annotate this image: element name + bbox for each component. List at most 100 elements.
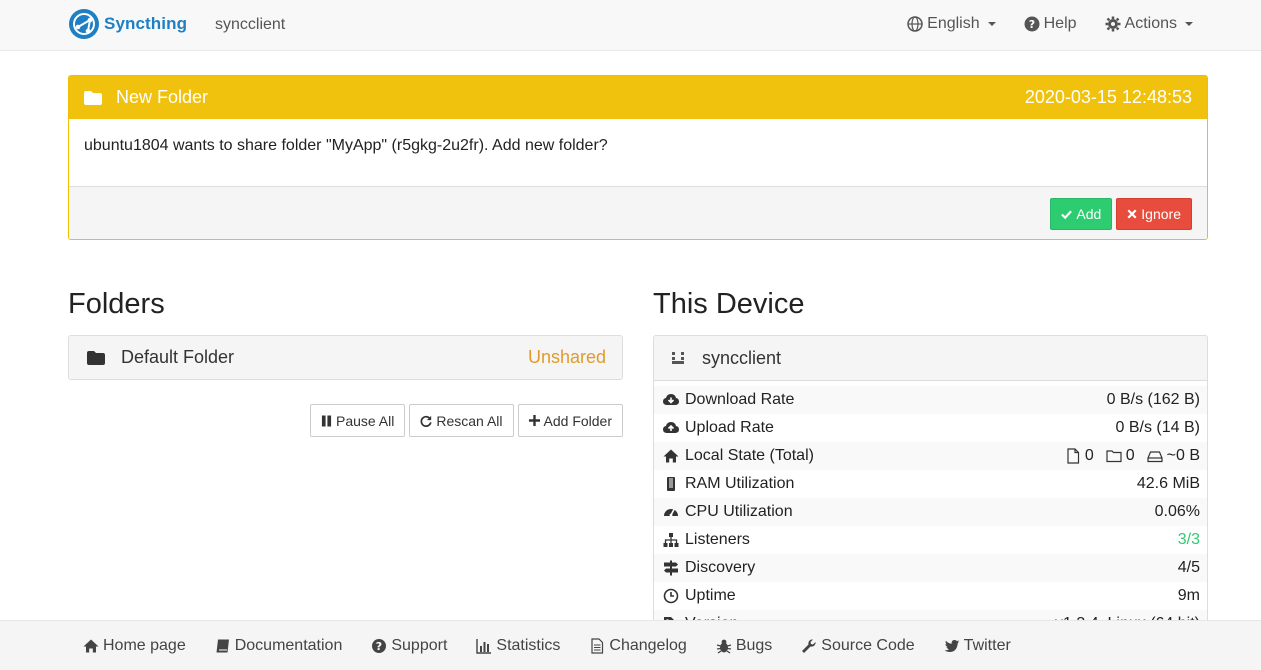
svg-text:?: ? <box>1028 18 1034 31</box>
nav-right: English ? Help Actions <box>893 15 1193 33</box>
footer-link-label: Bugs <box>735 636 773 654</box>
footer-link-label: Twitter <box>963 636 1011 654</box>
footer-link-label: Statistics <box>496 636 561 654</box>
footer-link-twitter[interactable]: Twitter <box>944 637 1011 655</box>
rescan-all-button[interactable]: Rescan All <box>409 404 514 437</box>
local-files-count: 0 <box>1084 447 1094 464</box>
stat-discovery: Discovery 4/5 <box>654 554 1207 582</box>
stat-label: Upload Rate <box>685 419 774 436</box>
footer-link-label: Home page <box>103 636 186 654</box>
check-icon <box>1061 210 1073 219</box>
add-folder-button[interactable]: Add Folder <box>517 404 623 437</box>
cloud-upload-icon <box>663 422 679 433</box>
actions-menu[interactable]: Actions <box>1091 15 1193 33</box>
folder-actions: Pause All Rescan All Add Folder <box>309 404 623 437</box>
bar-chart-icon <box>476 638 492 654</box>
stat-value: 0 B/s (14 B) <box>1115 419 1200 436</box>
stat-label: Listeners <box>685 531 750 548</box>
book-icon <box>216 639 229 652</box>
file-text-icon <box>591 637 604 654</box>
ignore-label: Ignore <box>1141 206 1181 222</box>
folder-status: Unshared <box>527 347 606 367</box>
device-panel: syncclient Download Rate 0 B/s (162 B) U… <box>653 335 1208 635</box>
new-folder-notice: New Folder 2020-03-15 12:48:53 ubuntu180… <box>68 75 1208 240</box>
language-menu[interactable]: English <box>893 15 1009 33</box>
syncthing-logo-icon <box>69 9 99 39</box>
stat-uptime: Uptime 9m <box>654 582 1207 610</box>
actions-label: Actions <box>1124 15 1177 32</box>
local-dirs-count: 0 <box>1125 447 1135 464</box>
add-folder-label: Add Folder <box>543 412 612 429</box>
footer-link-label: Source Code <box>821 636 915 654</box>
svg-text:?: ? <box>376 640 382 653</box>
bug-icon <box>716 639 731 654</box>
question-circle-icon: ? <box>372 638 387 653</box>
footer: Home page Documentation ? Support Statis… <box>0 620 1261 670</box>
add-label: Add <box>1076 206 1102 222</box>
device-name: syncclient <box>702 347 782 368</box>
footer-link-home[interactable]: Home page <box>83 637 186 655</box>
hostname: syncclient <box>215 16 286 33</box>
stat-value: 42.6 MiB <box>1136 475 1200 492</box>
signpost-icon <box>664 560 678 576</box>
folder-outline-icon <box>1106 450 1122 463</box>
footer-link-label: Changelog <box>609 636 687 654</box>
footer-link-label: Documentation <box>234 636 343 654</box>
clock-icon <box>663 588 679 604</box>
pause-icon <box>321 415 332 426</box>
device-header[interactable]: syncclient <box>654 336 1207 381</box>
stat-label: Discovery <box>685 559 756 576</box>
file-icon <box>1067 448 1079 464</box>
footer-link-bugs[interactable]: Bugs <box>716 637 772 655</box>
stat-download-rate: Download Rate 0 B/s (162 B) <box>654 386 1207 414</box>
caret-down-icon <box>987 22 996 26</box>
stat-label: Local State (Total) <box>685 447 814 464</box>
rescan-all-label: Rescan All <box>436 412 503 429</box>
gear-icon <box>1105 16 1121 32</box>
stat-listeners: Listeners 3/3 <box>654 526 1207 554</box>
footer-link-documentation[interactable]: Documentation <box>215 636 343 655</box>
notice-header: New Folder 2020-03-15 12:48:53 <box>69 76 1207 119</box>
footer-link-statistics[interactable]: Statistics <box>476 637 560 655</box>
ignore-button[interactable]: Ignore <box>1116 198 1192 230</box>
stat-label: RAM Utilization <box>685 475 795 492</box>
notice-title: New Folder <box>116 87 209 107</box>
stat-local-state: Local State (Total) 0 0 ~0 B <box>654 442 1207 470</box>
footer-link-support[interactable]: ? Support <box>371 637 447 655</box>
stat-value[interactable]: 3/3 <box>1178 531 1200 549</box>
home-icon <box>663 449 679 463</box>
stat-value[interactable]: 4/5 <box>1178 559 1200 577</box>
folder-name: Default Folder <box>121 347 235 367</box>
memory-icon <box>667 477 675 491</box>
device-stats: Download Rate 0 B/s (162 B) Upload Rate … <box>654 381 1207 634</box>
local-state-values: 0 0 ~0 B <box>1065 447 1200 465</box>
brand[interactable]: Syncthing <box>68 8 187 40</box>
footer-link-changelog[interactable]: Changelog <box>589 636 687 655</box>
add-folder-share-button[interactable]: Add <box>1050 198 1113 230</box>
folders-heading: Folders <box>68 288 165 320</box>
help-label: Help <box>1043 15 1077 32</box>
notice-footer: Add Ignore <box>69 186 1207 239</box>
stat-ram: RAM Utilization 42.6 MiB <box>654 470 1207 498</box>
folder-icon <box>84 90 102 105</box>
pause-all-button[interactable]: Pause All <box>309 404 406 437</box>
brand-name: Syncthing <box>104 14 188 33</box>
notice-timestamp: 2020-03-15 12:48:53 <box>1024 87 1192 107</box>
pause-all-label: Pause All <box>335 412 395 429</box>
help-menu[interactable]: ? Help <box>1010 15 1091 33</box>
stat-label: CPU Utilization <box>685 503 793 520</box>
footer-link-source-code[interactable]: Source Code <box>801 636 915 655</box>
plus-icon <box>528 415 540 426</box>
language-label: English <box>927 15 980 32</box>
stat-label: Uptime <box>685 587 736 604</box>
home-icon <box>83 639 99 652</box>
wrench-icon <box>802 638 816 653</box>
folder-icon <box>87 350 105 365</box>
footer-link-label: Support <box>391 636 448 654</box>
stat-upload-rate: Upload Rate 0 B/s (14 B) <box>654 414 1207 442</box>
question-circle-icon: ? <box>1024 16 1040 32</box>
folder-item-default[interactable]: Default Folder Unshared <box>68 335 623 380</box>
local-size: ~0 B <box>1166 447 1200 464</box>
refresh-icon <box>420 415 432 427</box>
notice-message: ubuntu1804 wants to share folder "MyApp"… <box>69 119 1207 186</box>
